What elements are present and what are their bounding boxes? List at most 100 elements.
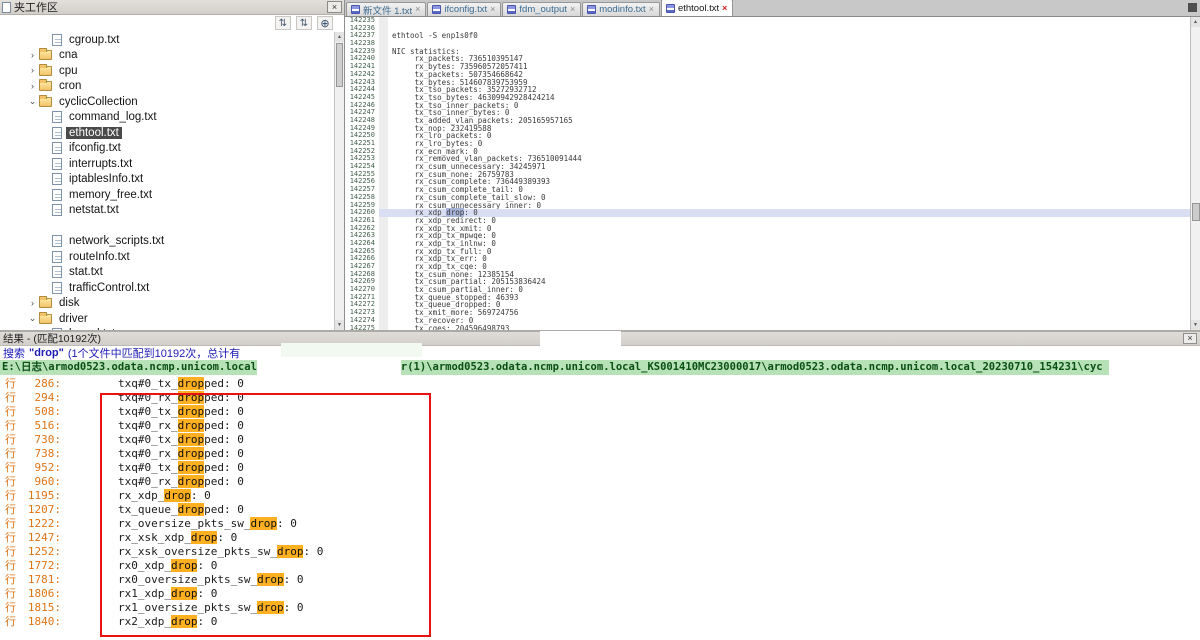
line-text: tx_queue_stopped: 46393 xyxy=(379,294,1190,302)
tree-folder-cpu[interactable]: ›cpu xyxy=(0,63,334,79)
tree-file-iptablesInfo.txt[interactable]: iptablesInfo.txt xyxy=(0,172,334,188)
search-result-row[interactable]: 行738:txq#0_rx_dropped: 0 xyxy=(0,446,1200,460)
tree-file-memory_free.txt[interactable]: memory_free.txt xyxy=(0,187,334,203)
search-result-row[interactable]: 行1207:tx_queue_dropped: 0 xyxy=(0,502,1200,516)
match-highlight: drop xyxy=(171,559,198,572)
chevron-right-icon[interactable]: › xyxy=(26,49,39,62)
result-line-text: txq#0_rx_dropped: 0 xyxy=(61,391,244,404)
search-result-row[interactable]: 行1222:rx_oversize_pkts_sw_drop: 0 xyxy=(0,516,1200,530)
search-result-row[interactable]: 行952:txq#0_tx_dropped: 0 xyxy=(0,460,1200,474)
scroll-down-icon[interactable]: ▼ xyxy=(1191,320,1200,330)
workspace-scrollbar[interactable]: ▲ ▼ xyxy=(334,32,344,330)
tree-file-ifconfig.txt[interactable]: ifconfig.txt xyxy=(0,141,334,157)
search-result-row[interactable]: 行960:txq#0_rx_dropped: 0 xyxy=(0,474,1200,488)
result-text-post: : 0 xyxy=(217,531,237,544)
redaction-box xyxy=(257,360,401,375)
tree-file-trafficControl.txt[interactable]: trafficControl.txt xyxy=(0,280,334,296)
tree-file-network_scripts.txt[interactable]: network_scripts.txt xyxy=(0,234,334,250)
result-line-number: 1815: xyxy=(19,601,61,614)
result-text-pre: txq#0_tx_ xyxy=(118,405,178,418)
result-text-post: : 0 xyxy=(191,489,211,502)
locate-current-file-icon[interactable]: ⊕ xyxy=(317,16,333,30)
editor-line[interactable]: 142238 xyxy=(345,40,1190,48)
match-highlight: drop xyxy=(178,433,205,446)
tree-folder-cna[interactable]: ›cna xyxy=(0,48,334,64)
search-result-row[interactable]: 行1815:rx1_oversize_pkts_sw_drop: 0 xyxy=(0,600,1200,614)
chevron-down-icon[interactable]: ⌄ xyxy=(26,312,39,325)
tab-close-icon[interactable]: × xyxy=(722,4,727,13)
result-line-text: rx2_xdp_drop: 0 xyxy=(61,615,217,628)
file-path-prefix: E:\日志\armod0523.odata.ncmp.unicom.local xyxy=(2,361,257,373)
chevron-down-icon[interactable]: ⌄ xyxy=(26,95,39,108)
search-results-close-button[interactable]: × xyxy=(1183,333,1197,344)
tree-file-stat.txt[interactable]: stat.txt xyxy=(0,265,334,281)
search-result-row[interactable]: 行1247:rx_xsk_xdp_drop: 0 xyxy=(0,530,1200,544)
tab-list-button[interactable] xyxy=(1188,3,1197,12)
search-result-row[interactable]: 行1806:rx1_xdp_drop: 0 xyxy=(0,586,1200,600)
result-text-pre: rx_oversize_pkts_sw_ xyxy=(118,517,250,530)
tree-folder-cron[interactable]: ›cron xyxy=(0,79,334,95)
search-result-row[interactable]: 行1252:rx_xsk_oversize_pkts_sw_drop: 0 xyxy=(0,544,1200,558)
tab-close-icon[interactable]: × xyxy=(415,5,420,14)
search-result-row[interactable]: 行1195:rx_xdp_drop: 0 xyxy=(0,488,1200,502)
tab-fdm_output[interactable]: fdm_output× xyxy=(502,2,581,16)
search-result-file-path[interactable]: E:\日志\armod0523.odata.ncmp.unicom.localr… xyxy=(0,360,1109,375)
sort-ascending-icon[interactable]: ⇅ xyxy=(275,16,291,30)
chevron-right-icon[interactable]: › xyxy=(26,64,39,77)
result-text-pre: rx1_xdp_ xyxy=(118,587,171,600)
match-highlight: drop xyxy=(178,377,205,390)
scroll-down-icon[interactable]: ▼ xyxy=(335,320,344,330)
search-result-row[interactable]: 行1781:rx0_oversize_pkts_sw_drop: 0 xyxy=(0,572,1200,586)
tree-file-routeInfo.txt[interactable]: routeInfo.txt xyxy=(0,249,334,265)
result-text-pre: txq#0_rx_ xyxy=(118,419,178,432)
editor-line[interactable]: 142237ethtool -S enp1s0f0 xyxy=(345,32,1190,40)
tree-file-ethtool.txt[interactable]: ethtool.txt xyxy=(0,125,334,141)
workspace-scrollbar-thumb[interactable] xyxy=(336,43,343,87)
tab-modinfo.txt[interactable]: modinfo.txt × xyxy=(582,2,660,16)
tree-folder-driver[interactable]: ⌄driver xyxy=(0,311,334,327)
tree-file-netstat.txt[interactable]: netstat.txt xyxy=(0,203,334,219)
result-line-number: 1207: xyxy=(19,503,61,516)
search-result-row[interactable]: 行730:txq#0_tx_dropped: 0 xyxy=(0,432,1200,446)
search-result-row[interactable]: 行516:txq#0_rx_dropped: 0 xyxy=(0,418,1200,432)
tab-label: modinfo.txt xyxy=(599,4,645,15)
tab-close-icon[interactable]: × xyxy=(490,5,495,14)
editor-scrollbar[interactable]: ▲ ▼ xyxy=(1190,17,1200,330)
search-result-row[interactable]: 行508:txq#0_tx_dropped: 0 xyxy=(0,404,1200,418)
tree-file-command_log.txt[interactable]: command_log.txt xyxy=(0,110,334,126)
tab-ifconfig.txt[interactable]: ifconfig.txt× xyxy=(427,2,501,16)
line-text xyxy=(379,17,1190,25)
line-text: rx_xdp_tx_err: 0 xyxy=(379,255,1190,263)
result-text-pre: txq#0_rx_ xyxy=(118,391,178,404)
tree-folder-cyclicCollection[interactable]: ⌄cyclicCollection xyxy=(0,94,334,110)
tree-file-interrupts.txt[interactable]: interrupts.txt xyxy=(0,156,334,172)
app-window: 夹工作区 × ⇅ ⇅ ⊕ cgroup.txt›cna›cpu›cron⌄cyc… xyxy=(0,0,1200,640)
tree-item-label: ethtool.txt xyxy=(66,127,122,139)
chevron-right-icon[interactable]: › xyxy=(26,80,39,93)
tree-folder-disk[interactable]: ›disk xyxy=(0,296,334,312)
search-result-row[interactable]: 行1840:rx2_xdp_drop: 0 xyxy=(0,614,1200,628)
result-line-text: rx1_xdp_drop: 0 xyxy=(61,587,217,600)
scroll-up-icon[interactable]: ▲ xyxy=(335,32,344,42)
search-result-row[interactable]: 行1772:rx0_xdp_drop: 0 xyxy=(0,558,1200,572)
tree-item-label: trafficControl.txt xyxy=(66,282,152,294)
editor-line[interactable]: 142235 xyxy=(345,17,1190,25)
search-result-row[interactable]: 行286:txq#0_tx_dropped: 0 xyxy=(0,376,1200,390)
chevron-right-icon[interactable]: › xyxy=(26,297,39,310)
scroll-up-icon[interactable]: ▲ xyxy=(1191,17,1200,27)
tab-新文件 1.txt[interactable]: 新文件 1.txt× xyxy=(346,2,426,16)
editor[interactable]: 142235142236142237ethtool -S enp1s0f0142… xyxy=(345,17,1190,330)
workspace-close-button[interactable]: × xyxy=(327,1,342,13)
search-result-row[interactable]: 行294:txq#0_rx_dropped: 0 xyxy=(0,390,1200,404)
tree-file-cgroup.txt[interactable]: cgroup.txt xyxy=(0,32,334,48)
result-text-post: : 0 xyxy=(197,615,217,628)
result-text-post: ped: 0 xyxy=(204,475,244,488)
sort-descending-icon[interactable]: ⇅ xyxy=(296,16,312,30)
editor-scrollbar-thumb[interactable] xyxy=(1192,203,1200,221)
line-text: rx_xdp_redirect: 0 xyxy=(379,217,1190,225)
result-line-text: rx_xsk_xdp_drop: 0 xyxy=(61,531,237,544)
result-text-pre: txq#0_tx_ xyxy=(118,433,178,446)
tab-close-icon[interactable]: × xyxy=(570,5,575,14)
tab-ethtool.txt[interactable]: ethtool.txt× xyxy=(661,0,733,16)
tab-close-icon[interactable]: × xyxy=(649,5,654,14)
